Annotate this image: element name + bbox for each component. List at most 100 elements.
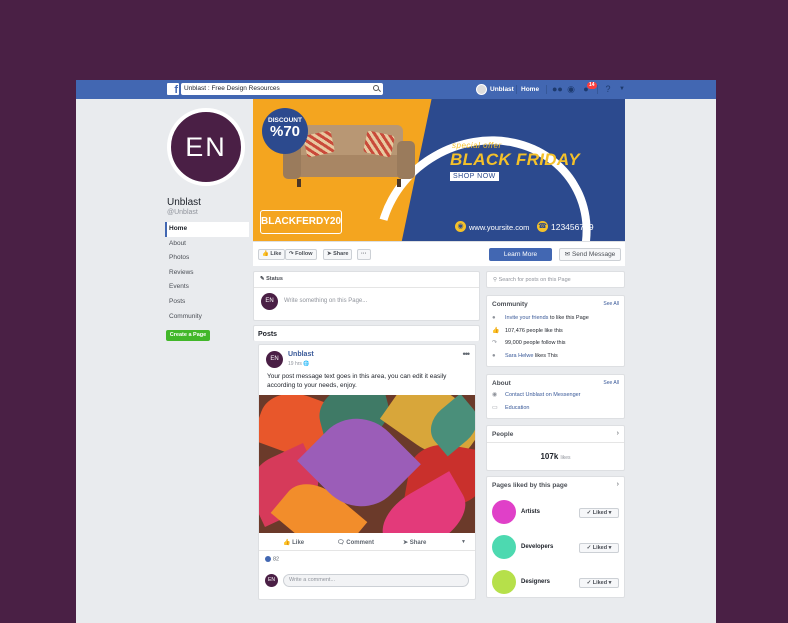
top-navigation-bar: f Unblast : Free Design Resources Unblas…: [76, 80, 716, 99]
learn-more-button[interactable]: Learn More: [489, 248, 552, 261]
liked-page-avatar[interactable]: [492, 535, 516, 559]
page-handle: @Unblast: [167, 209, 198, 216]
post-like-count[interactable]: 82: [265, 556, 279, 562]
composer-avatar: EN: [261, 293, 278, 310]
community-card: Community See All ● Invite your friends to…: [486, 295, 625, 367]
contact-messenger-link[interactable]: Contact Unblast on Messenger: [505, 392, 581, 398]
like-count-value: 82: [273, 556, 280, 563]
post-share-label: Share: [409, 540, 427, 546]
post-like-button[interactable]: 👍 Like: [283, 539, 304, 546]
share-menu-chevron-icon[interactable]: ▼: [461, 539, 466, 545]
topbar-divider: [546, 85, 547, 94]
like-page-button[interactable]: 👍 Like: [258, 249, 286, 260]
cover-photo[interactable]: DISCOUNT %70 BLACKFERDY20 special offer …: [253, 99, 625, 241]
page-follows-text: 99,000 people follow this: [505, 340, 566, 346]
invite-friends-icon: ●: [492, 315, 496, 321]
rss-icon: ↷: [492, 340, 498, 346]
liked-page-item: Artists ✓ Liked ▾: [492, 500, 621, 526]
liked-page-item: Designers ✓ Liked ▾: [492, 570, 621, 596]
share-page-button[interactable]: ➤ Share: [323, 249, 353, 260]
like-page-label: Like: [270, 251, 282, 257]
phone-text: 123456789: [551, 222, 594, 232]
messenger-icon[interactable]: ◉: [566, 85, 576, 94]
search-icon[interactable]: [373, 85, 379, 91]
people-like-count: 107k likes: [487, 452, 624, 461]
sidebar-item-community[interactable]: Community: [165, 310, 249, 325]
post-image-autumn-leaves[interactable]: [259, 395, 475, 533]
liked-page-avatar[interactable]: [492, 500, 516, 524]
community-see-all-link[interactable]: See All: [603, 301, 619, 307]
page-likes-row: 👍 107,476 people like this: [487, 325, 624, 338]
invite-friends-row: ● Invite your friends to like this Page: [487, 312, 624, 325]
follow-button[interactable]: ↷ Follow: [285, 249, 317, 260]
post-options-icon[interactable]: •••: [463, 349, 471, 359]
friend-name-link[interactable]: Sara Helwe: [505, 353, 533, 359]
people-title[interactable]: People: [487, 426, 624, 438]
about-see-all-link[interactable]: See All: [603, 380, 619, 386]
account-menu-chevron-icon[interactable]: ▼: [617, 85, 627, 94]
phone-icon: ☎: [537, 221, 548, 232]
posts-section-title: Posts: [258, 331, 278, 338]
category-row: ▭ Education: [487, 402, 624, 415]
sidebar-item-events[interactable]: Events: [165, 280, 249, 295]
people-count-label: likes: [560, 455, 571, 461]
post-author-avatar[interactable]: EN: [266, 351, 283, 368]
send-message-button[interactable]: ✉ Send Message: [559, 248, 621, 261]
post-comment-button[interactable]: 🗨 Comment: [337, 539, 374, 546]
page-action-bar: 👍 Like ↷ Follow ➤ Share ··· Learn More ✉…: [253, 241, 625, 266]
liked-button[interactable]: ✓ Liked ▾: [579, 578, 619, 588]
topbar-divider: [516, 85, 517, 94]
liked-button[interactable]: ✓ Liked ▾: [579, 543, 619, 553]
discount-value: %70: [269, 123, 301, 140]
comment-input[interactable]: Write a comment...: [283, 574, 469, 587]
globe-icon: ◉: [455, 221, 466, 232]
page-sidebar-nav: Home About Photos Reviews Events Posts C…: [165, 222, 249, 324]
category-link[interactable]: Education: [505, 405, 529, 411]
liked-page-name[interactable]: Developers: [521, 544, 553, 550]
invite-friends-link[interactable]: Invite your friends: [505, 315, 548, 321]
status-input[interactable]: Write something on this Page...: [284, 298, 367, 304]
create-page-button[interactable]: Create a Page: [166, 330, 210, 341]
post-timestamp[interactable]: 19 hrs 🌐: [288, 361, 310, 367]
page-likes-text: 107,476 people like this: [505, 327, 563, 334]
friend-requests-icon[interactable]: ●●: [552, 85, 563, 94]
share-page-label: Share: [333, 251, 349, 257]
posts-section: [253, 325, 480, 341]
profile-picture[interactable]: EN: [167, 108, 245, 186]
post-author-name[interactable]: Unblast: [288, 351, 314, 358]
shop-now-label: SHOP NOW: [450, 172, 499, 181]
facebook-logo-icon[interactable]: f: [167, 83, 179, 95]
sidebar-item-posts[interactable]: Posts: [165, 295, 249, 310]
liked-page-avatar[interactable]: [492, 570, 516, 594]
follow-label: Follow: [295, 251, 313, 257]
help-icon[interactable]: ?: [603, 85, 613, 94]
people-chevron-icon[interactable]: ›: [617, 430, 619, 437]
sidebar-item-home[interactable]: Home: [165, 222, 249, 237]
invite-suffix: to like this Page: [548, 315, 589, 321]
status-tab[interactable]: ✎ Status: [254, 272, 479, 288]
like-reaction-icon: [265, 556, 271, 562]
sidebar-item-reviews[interactable]: Reviews: [165, 266, 249, 281]
liked-pages-chevron-icon[interactable]: ›: [617, 481, 619, 488]
website-text: www.yoursite.com: [469, 223, 530, 232]
sidebar-item-photos[interactable]: Photos: [165, 251, 249, 266]
folder-icon: ▭: [492, 404, 498, 411]
search-input[interactable]: Unblast : Free Design Resources: [181, 83, 383, 95]
search-input-value: Unblast : Free Design Resources: [184, 85, 280, 92]
liked-page-name[interactable]: Designers: [521, 579, 550, 585]
more-options-button[interactable]: ···: [357, 249, 371, 260]
liked-pages-title[interactable]: Pages liked by this page: [487, 477, 624, 489]
user-name-link[interactable]: Unblast: [490, 86, 514, 93]
post-like-label: Like: [292, 540, 305, 546]
user-avatar[interactable]: [476, 84, 487, 95]
page-post-search[interactable]: ⚲ Search for posts on this Page: [486, 271, 625, 288]
page-name: Unblast: [167, 197, 201, 208]
post-share-button[interactable]: ➤ Share: [403, 539, 426, 546]
people-count-value: 107k: [540, 452, 559, 461]
liked-page-name[interactable]: Artists: [521, 509, 540, 515]
thumbs-up-icon: 👍: [492, 327, 500, 334]
liked-button[interactable]: ✓ Liked ▾: [579, 508, 619, 518]
home-link[interactable]: Home: [521, 86, 539, 93]
sidebar-item-about[interactable]: About: [165, 237, 249, 252]
post-comment-label: Comment: [346, 540, 374, 546]
